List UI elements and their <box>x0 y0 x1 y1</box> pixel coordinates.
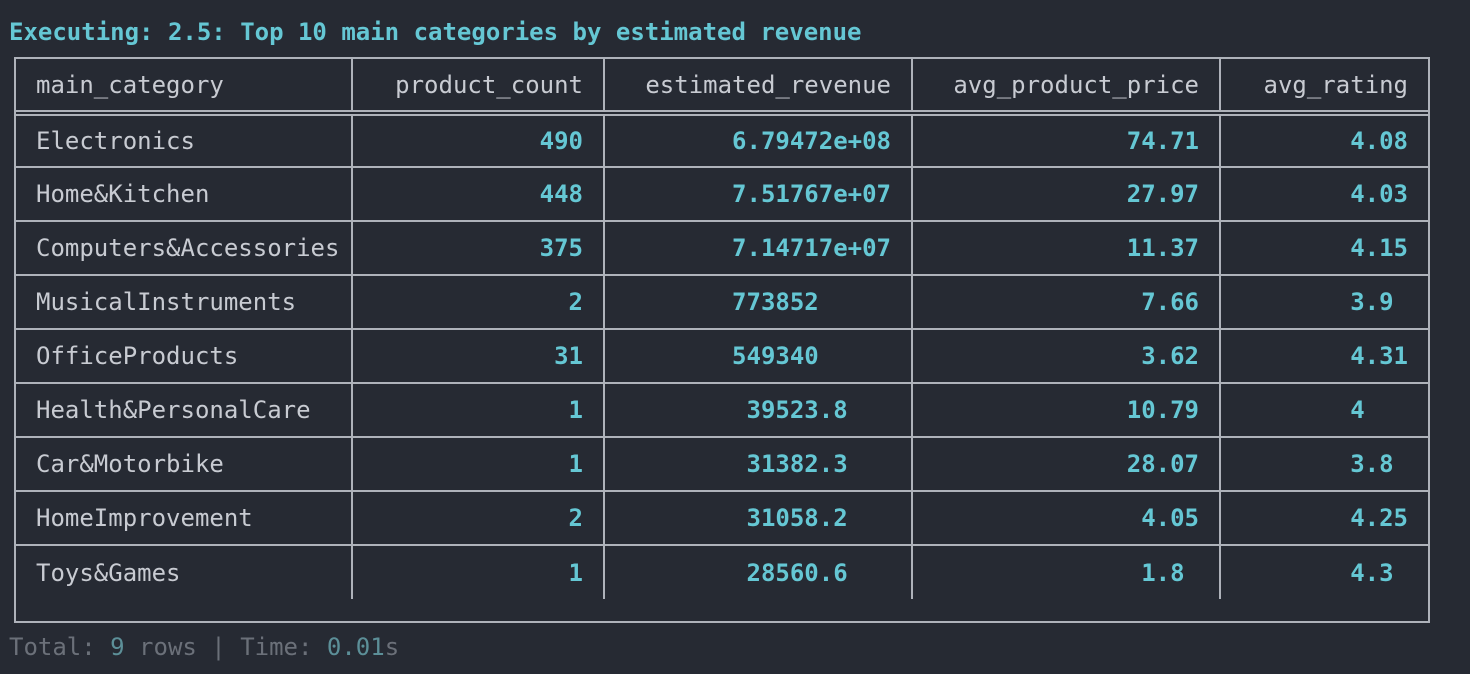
cell-avg-product-price: 1.8 <box>911 544 1221 599</box>
table-row: Car&Motorbike 1 31382.3 28.07 3.8 <box>16 436 1428 492</box>
time-value: 0.01 <box>326 633 385 661</box>
row-count: 9 <box>110 633 125 661</box>
cell-main-category: Toys&Games <box>16 544 353 599</box>
cell-main-category: Electronics <box>16 112 353 168</box>
cell-main-category: Car&Motorbike <box>16 436 353 492</box>
cell-main-category: Health&PersonalCare <box>16 382 353 438</box>
cell-avg-rating: 4.15 <box>1219 220 1428 276</box>
cell-avg-rating: 4.25 <box>1219 490 1428 546</box>
cell-avg-rating: 3.9 <box>1219 274 1428 330</box>
table-header-row: main_category product_count estimated_re… <box>16 59 1428 114</box>
cell-avg-product-price: 11.37 <box>911 220 1221 276</box>
executing-header: Executing: 2.5: Top 10 main categories b… <box>9 18 862 46</box>
table-row: OfficeProducts 31 549340 3.62 4.31 <box>16 328 1428 384</box>
table-row: HomeImprovement 2 31058.2 4.05 4.25 <box>16 490 1428 546</box>
table-row: Home&Kitchen 448 7.51767e+07 27.97 4.03 <box>16 166 1428 222</box>
cell-estimated-revenue: 39523.8 <box>603 382 913 438</box>
column-header-avg-product-price: avg_product_price <box>911 59 1221 114</box>
cell-estimated-revenue: 31382.3 <box>603 436 913 492</box>
cell-avg-product-price: 4.05 <box>911 490 1221 546</box>
cell-estimated-revenue: 28560.6 <box>603 544 913 599</box>
cell-estimated-revenue: 7.14717e+07 <box>603 220 913 276</box>
cell-product-count: 1 <box>351 436 605 492</box>
cell-product-count: 2 <box>351 490 605 546</box>
cell-estimated-revenue: 773852 <box>603 274 913 330</box>
table-row: Toys&Games 1 28560.6 1.8 4.3 <box>16 544 1428 599</box>
cell-product-count: 2 <box>351 274 605 330</box>
cell-avg-product-price: 7.66 <box>911 274 1221 330</box>
cell-product-count: 375 <box>351 220 605 276</box>
table-row: MusicalInstruments 2 773852 7.66 3.9 <box>16 274 1428 330</box>
status-footer: Total: 9 rows | Time: 0.01s <box>9 631 399 663</box>
cell-product-count: 1 <box>351 544 605 599</box>
cell-product-count: 1 <box>351 382 605 438</box>
cell-main-category: Computers&Accessories <box>16 220 353 276</box>
column-header-avg-rating: avg_rating <box>1219 59 1428 114</box>
table-row: Computers&Accessories 375 7.14717e+07 11… <box>16 220 1428 276</box>
table-row: Electronics 490 6.79472e+08 74.71 4.08 <box>16 112 1428 168</box>
cell-avg-product-price: 3.62 <box>911 328 1221 384</box>
cell-main-category: OfficeProducts <box>16 328 353 384</box>
total-label: Total: <box>9 633 111 661</box>
cell-estimated-revenue: 549340 <box>603 328 913 384</box>
cell-avg-rating: 4.31 <box>1219 328 1428 384</box>
cell-avg-rating: 4 <box>1219 382 1428 438</box>
cell-estimated-revenue: 7.51767e+07 <box>603 166 913 222</box>
rows-time-label: rows | Time: <box>124 633 327 661</box>
results-table: main_category product_count estimated_re… <box>16 59 1428 599</box>
cell-main-category: Home&Kitchen <box>16 166 353 222</box>
cell-main-category: MusicalInstruments <box>16 274 353 330</box>
time-unit: s <box>384 633 400 661</box>
cell-estimated-revenue: 6.79472e+08 <box>603 112 913 168</box>
cell-main-category: HomeImprovement <box>16 490 353 546</box>
cell-avg-rating: 4.3 <box>1219 544 1428 599</box>
column-header-estimated-revenue: estimated_revenue <box>603 59 913 114</box>
cell-avg-product-price: 28.07 <box>911 436 1221 492</box>
cell-avg-product-price: 10.79 <box>911 382 1221 438</box>
cell-estimated-revenue: 31058.2 <box>603 490 913 546</box>
table-row: Health&PersonalCare 1 39523.8 10.79 4 <box>16 382 1428 438</box>
cell-avg-product-price: 27.97 <box>911 166 1221 222</box>
column-header-product-count: product_count <box>351 59 605 114</box>
cell-avg-rating: 4.03 <box>1219 166 1428 222</box>
cell-product-count: 448 <box>351 166 605 222</box>
cell-product-count: 31 <box>351 328 605 384</box>
cell-avg-rating: 4.08 <box>1219 112 1428 168</box>
cell-avg-product-price: 74.71 <box>911 112 1221 168</box>
cell-avg-rating: 3.8 <box>1219 436 1428 492</box>
results-table-frame: main_category product_count estimated_re… <box>14 57 1430 623</box>
cell-product-count: 490 <box>351 112 605 168</box>
column-header-main-category: main_category <box>16 59 353 114</box>
